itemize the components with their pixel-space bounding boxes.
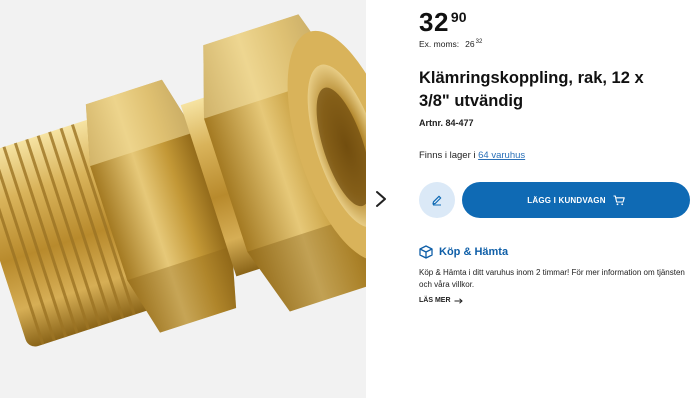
product-page: 32 90 Ex. moms: 26 32 Klämringskoppling,… — [0, 0, 700, 398]
product-image — [0, 0, 366, 398]
brass-fitting-image — [0, 14, 366, 347]
cart-icon — [613, 194, 625, 205]
pencil-icon — [432, 195, 442, 206]
box-icon — [419, 245, 433, 259]
arrow-right-icon — [454, 297, 463, 304]
ex-vat-label: Ex. moms: — [419, 39, 460, 49]
product-title: Klämringskoppling, rak, 12 x 3/8" utvänd… — [419, 69, 644, 110]
stock-status: Finns i lager i 64 varuhus — [419, 150, 525, 161]
ex-vat-integer: 26 — [465, 39, 475, 49]
kop-hamta-title: Köp & Hämta — [439, 246, 509, 258]
kop-hamta-header: Köp & Hämta — [419, 245, 508, 259]
edit-button[interactable] — [419, 182, 455, 218]
ex-vat-decimal: 32 — [475, 39, 483, 45]
kop-hamta-text: Köp & Hämta i ditt varuhus inom 2 timmar… — [419, 268, 685, 289]
price: 32 90 — [419, 8, 467, 36]
gallery-next-button[interactable] — [370, 186, 392, 212]
stock-prefix: Finns i lager i — [419, 150, 476, 161]
ex-vat-value: 26 32 — [465, 39, 482, 49]
price-decimal: 90 — [450, 9, 467, 25]
stores-link[interactable]: 64 varuhus — [478, 150, 525, 161]
add-to-cart-label: LÄGG I KUNDVAGN — [527, 195, 606, 205]
read-more-link[interactable]: LÄS MER — [419, 297, 463, 304]
article-number: Artnr. 84-477 — [419, 118, 474, 128]
read-more-label: LÄS MER — [419, 297, 451, 304]
price-ex-vat: Ex. moms: 26 32 — [419, 39, 482, 49]
add-to-cart-button[interactable]: LÄGG I KUNDVAGN — [462, 182, 690, 218]
chevron-right-icon — [376, 191, 386, 207]
price-integer: 32 — [419, 7, 449, 37]
